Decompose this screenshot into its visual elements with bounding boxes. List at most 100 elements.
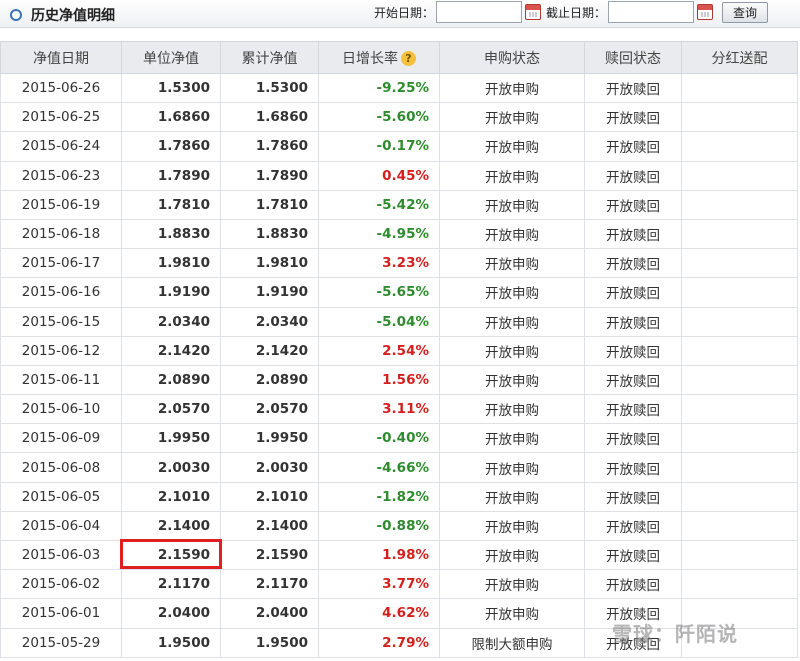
cell-unit-nav: 2.0030 [121, 452, 221, 483]
cell-redeem-status: 开放赎回 [584, 277, 682, 308]
column-header-acc-nav: 累计净值 [220, 41, 319, 74]
start-date-input[interactable] [435, 1, 522, 23]
cell-purchase-status: 开放申购 [439, 394, 585, 425]
cell-daily-rate: -4.66% [318, 452, 440, 483]
cell-unit-nav: 1.7810 [121, 189, 221, 220]
table-body: 2015-06-26 1.5300 1.5300 -9.25% 开放申购 开放赎回 2015… [0, 72, 798, 658]
cell-dividend [681, 306, 798, 337]
table-row: 2015-06-04 2.1400 2.1400 -0.88% 开放申购 开放赎回 [0, 510, 798, 542]
cell-dividend [681, 394, 798, 425]
title-wrap: 历史净值明细 [10, 5, 115, 25]
table-row: 2015-06-15 2.0340 2.0340 -5.04% 开放申购 开放赎回 [0, 306, 798, 337]
cell-purchase-status: 开放申购 [439, 569, 585, 600]
cell-dividend [681, 248, 798, 279]
cell-acc-nav: 2.1590 [220, 539, 319, 571]
cell-dividend [681, 481, 798, 512]
table-row: 2015-06-17 1.9810 1.9810 3.23% 开放申购 开放赎回 [0, 248, 798, 279]
cell-date: 2015-06-24 [0, 131, 122, 162]
cell-dividend [681, 131, 798, 162]
cell-acc-nav: 2.1170 [220, 569, 319, 600]
cell-acc-nav: 2.1400 [220, 510, 319, 542]
calendar-icon[interactable] [524, 4, 541, 20]
cell-purchase-status: 开放申购 [439, 423, 585, 454]
cell-daily-rate: -0.88% [318, 510, 440, 542]
cell-purchase-status: 开放申购 [439, 218, 585, 250]
help-icon[interactable]: ? [401, 50, 416, 66]
cell-unit-nav: 2.1590 [121, 539, 221, 571]
cell-date: 2015-06-26 [0, 72, 122, 104]
table-row: 2015-06-16 1.9190 1.9190 -5.65% 开放申购 开放赎回 [0, 277, 798, 308]
cell-acc-nav: 2.0340 [220, 306, 319, 337]
column-header-unit-nav: 单位净值 [121, 41, 221, 74]
circle-bullet-icon [10, 9, 22, 21]
calendar-icon[interactable] [697, 4, 713, 20]
cell-daily-rate: -4.95% [318, 218, 440, 250]
cell-dividend [681, 160, 798, 191]
cell-purchase-status: 开放申购 [439, 510, 585, 542]
cell-purchase-status: 开放申购 [439, 364, 585, 396]
cell-purchase-status: 开放申购 [439, 189, 585, 220]
cell-date: 2015-06-17 [0, 248, 122, 279]
query-button[interactable]: 查询 [722, 1, 768, 23]
cell-redeem-status: 开放赎回 [584, 627, 682, 658]
cell-purchase-status: 开放申购 [439, 277, 585, 308]
cell-redeem-status: 开放赎回 [584, 364, 682, 396]
cell-unit-nav: 1.7890 [121, 160, 221, 191]
column-header-redeem-status: 赎回状态 [584, 41, 682, 74]
cell-purchase-status: 开放申购 [439, 131, 585, 162]
table-row: 2015-06-08 2.0030 2.0030 -4.66% 开放申购 开放赎回 [0, 452, 798, 483]
cell-redeem-status: 开放赎回 [584, 481, 682, 512]
cell-redeem-status: 开放赎回 [584, 423, 682, 454]
cell-date: 2015-06-04 [0, 510, 122, 542]
cell-acc-nav: 1.9950 [220, 423, 319, 454]
cell-redeem-status: 开放赎回 [584, 189, 682, 220]
cell-unit-nav: 1.9810 [121, 248, 221, 279]
table-row: 2015-06-23 1.7890 1.7890 0.45% 开放申购 开放赎回 [0, 160, 798, 191]
cell-daily-rate: 3.23% [318, 248, 440, 279]
column-header-date: 净值日期 [0, 41, 122, 74]
cell-dividend [681, 364, 798, 396]
cell-unit-nav: 1.9950 [121, 423, 221, 454]
cell-date: 2015-06-12 [0, 335, 122, 366]
start-date-label: 开始日期： [373, 5, 434, 20]
cell-redeem-status: 开放赎回 [584, 248, 682, 279]
table-row: 2015-06-25 1.6860 1.6860 -5.60% 开放申购 开放赎回 [0, 102, 798, 133]
cell-unit-nav: 1.8830 [121, 218, 221, 250]
table-row: 2015-05-29 1.9500 1.9500 2.79% 限制大额申购 开放赎回 [0, 627, 798, 658]
table-row: 2015-06-24 1.7860 1.7860 -0.17% 开放申购 开放赎回 [0, 131, 798, 162]
cell-dividend [681, 218, 798, 250]
page-title: 历史净值明细 [31, 8, 115, 24]
cell-redeem-status: 开放赎回 [584, 510, 682, 542]
cell-acc-nav: 1.9500 [220, 627, 319, 658]
table-row: 2015-06-10 2.0570 2.0570 3.11% 开放申购 开放赎回 [0, 394, 798, 425]
cell-dividend [681, 423, 798, 454]
cell-redeem-status: 开放赎回 [584, 160, 682, 191]
cell-purchase-status: 开放申购 [439, 539, 585, 571]
cell-dividend [681, 598, 798, 629]
cell-purchase-status: 开放申购 [439, 481, 585, 512]
table-row: 2015-06-05 2.1010 2.1010 -1.82% 开放申购 开放赎回 [0, 481, 798, 512]
cell-date: 2015-05-29 [0, 627, 122, 658]
table-row: 2015-06-19 1.7810 1.7810 -5.42% 开放申购 开放赎回 [0, 189, 798, 220]
cell-redeem-status: 开放赎回 [584, 539, 682, 571]
cell-daily-rate: 3.77% [318, 569, 440, 600]
cell-unit-nav: 1.6860 [121, 102, 221, 133]
cell-acc-nav: 1.5300 [220, 72, 319, 104]
table-row: 2015-06-09 1.9950 1.9950 -0.40% 开放申购 开放赎回 [0, 423, 798, 454]
cell-redeem-status: 开放赎回 [584, 72, 682, 104]
cell-acc-nav: 1.7890 [220, 160, 319, 191]
cell-daily-rate: -5.42% [318, 189, 440, 220]
cell-redeem-status: 开放赎回 [584, 131, 682, 162]
cell-date: 2015-06-11 [0, 364, 122, 396]
cell-acc-nav: 1.9810 [220, 248, 319, 279]
cell-dividend [681, 277, 798, 308]
end-date-input[interactable] [608, 1, 694, 23]
cell-redeem-status: 开放赎回 [584, 452, 682, 483]
cell-date: 2015-06-01 [0, 598, 122, 629]
table-row: 2015-06-03 2.1590 2.1590 1.98% 开放申购 开放赎回 [0, 539, 798, 571]
cell-date: 2015-06-02 [0, 569, 122, 600]
cell-acc-nav: 2.0890 [220, 364, 319, 396]
cell-unit-nav: 2.1170 [121, 569, 221, 600]
cell-purchase-status: 开放申购 [439, 248, 585, 279]
cell-purchase-status: 开放申购 [439, 306, 585, 337]
